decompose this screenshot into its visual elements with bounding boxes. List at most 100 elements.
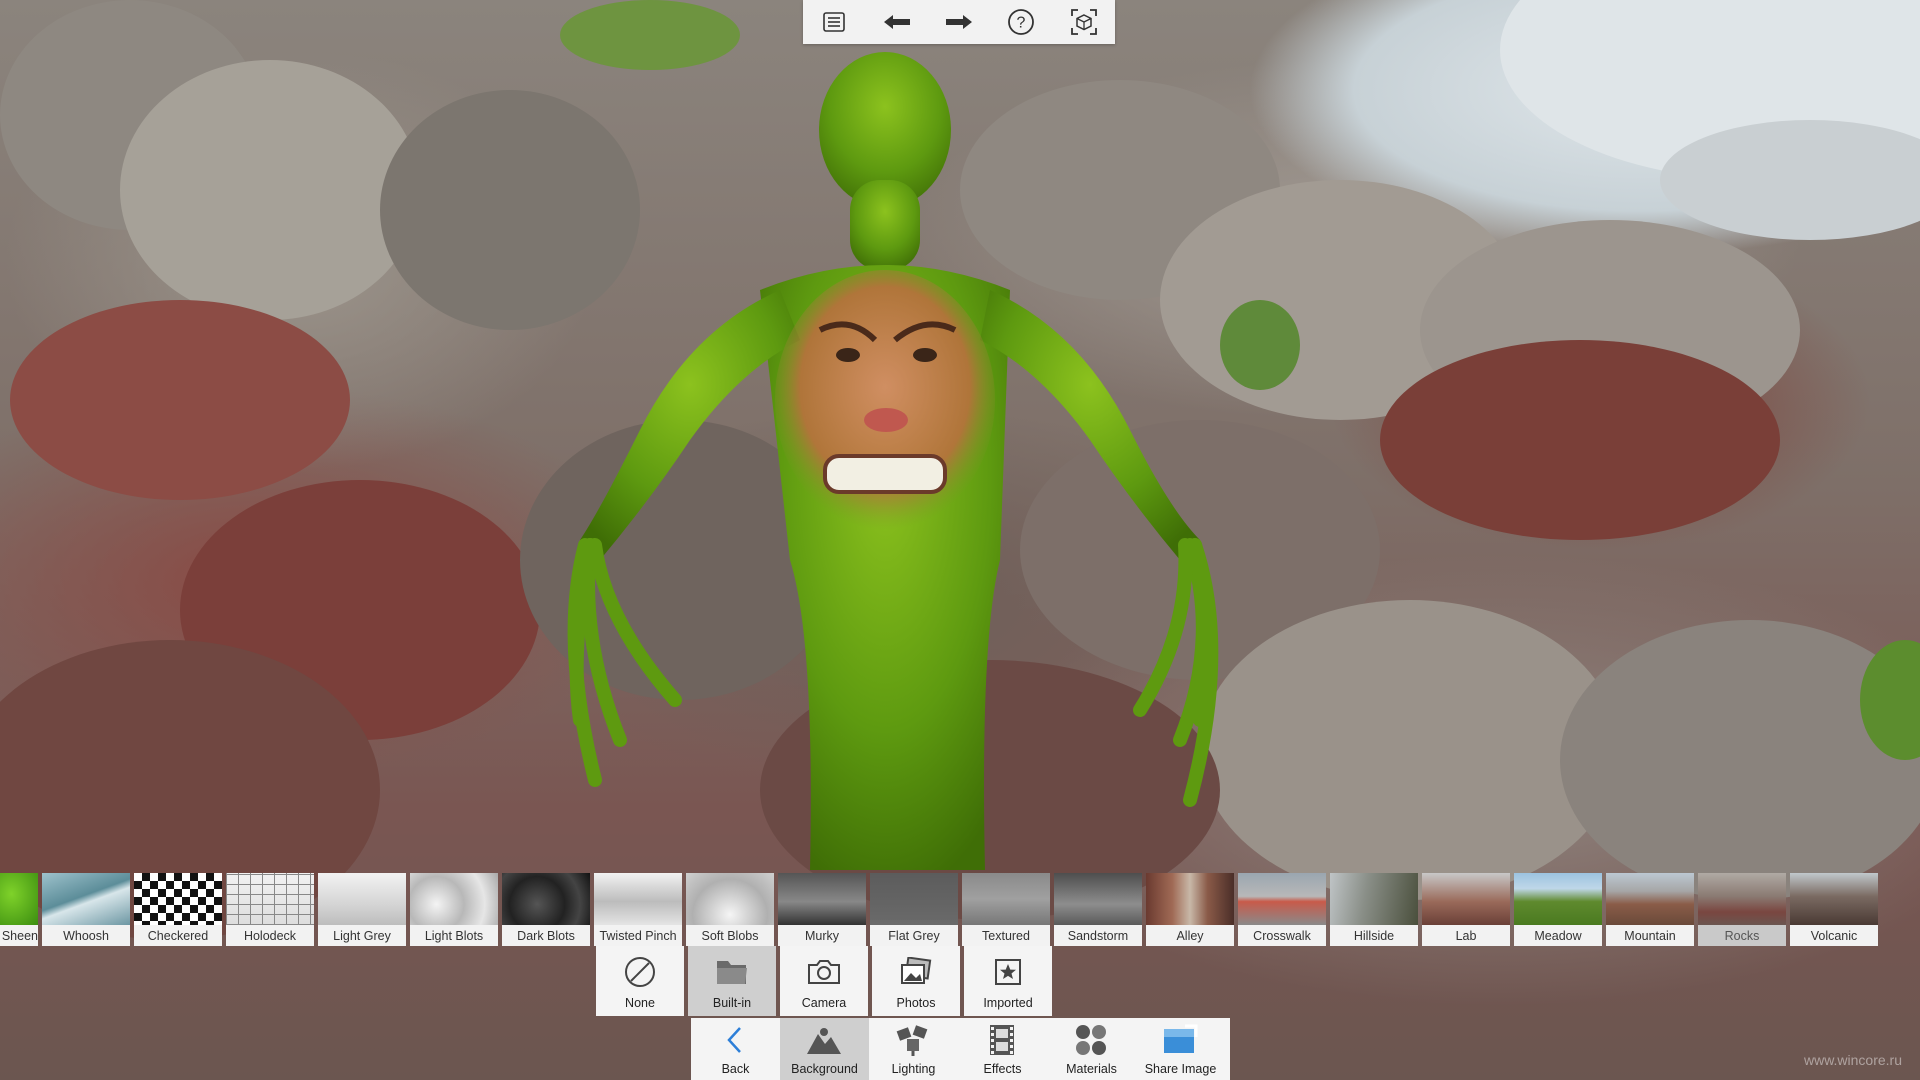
source-label: Imported — [983, 996, 1033, 1010]
help-button[interactable]: ? — [1001, 2, 1041, 42]
thumb-image — [1422, 873, 1510, 925]
torso-face-eye — [913, 348, 937, 362]
thumb-label: Volcanic — [1810, 929, 1858, 943]
menu-list-button[interactable] — [814, 2, 854, 42]
thumb-image — [1238, 873, 1326, 925]
background-thumb-volcanic[interactable]: Volcanic — [1790, 873, 1878, 946]
back-button[interactable]: Back — [691, 1018, 780, 1080]
fit-view-button[interactable] — [1064, 2, 1104, 42]
background-thumb-checkered[interactable]: Checkered — [134, 873, 222, 946]
share-image-icon — [1164, 1024, 1198, 1053]
background-thumb-softblobs[interactable]: Soft Blobs — [686, 873, 774, 946]
imported-star-icon — [995, 959, 1021, 985]
background-thumb-textured[interactable]: Textured — [962, 873, 1050, 946]
thumb-label: Lab — [1455, 929, 1477, 943]
background-thumb-rocks[interactable]: Rocks — [1698, 873, 1786, 946]
command-label: Lighting — [891, 1062, 936, 1076]
command-label: Materials — [1066, 1062, 1117, 1076]
thumb-label: Light Grey — [333, 929, 391, 943]
background-thumbnail-strip[interactable]: Sheen Whoosh Checkered Holodeck Light Grey Li… — [0, 873, 1920, 946]
thumb-label: Twisted Pinch — [599, 929, 677, 943]
figure-right-fingers — [1133, 538, 1219, 807]
background-thumb-alley[interactable]: Alley — [1146, 873, 1234, 946]
thumb-label: Meadow — [1534, 929, 1582, 943]
thumb-label: Light Blots — [424, 929, 484, 943]
background-thumb-twisted[interactable]: Twisted Pinch — [594, 873, 682, 946]
share-image-button[interactable]: Share Image — [1136, 1018, 1225, 1080]
thumb-image — [1514, 873, 1602, 925]
background-thumb-sandstorm[interactable]: Sandstorm — [1054, 873, 1142, 946]
thumb-label: Alley — [1176, 929, 1204, 943]
materials-tab-button[interactable]: Materials — [1047, 1018, 1136, 1080]
thumb-label: Dark Blots — [517, 929, 575, 943]
thumb-image — [1698, 873, 1786, 925]
command-label: Share Image — [1144, 1062, 1217, 1076]
source-camera-button[interactable]: Camera — [780, 946, 868, 1016]
effects-tab-button[interactable]: Effects — [958, 1018, 1047, 1080]
thumb-image — [1606, 873, 1694, 925]
thumb-label: Textured — [982, 929, 1030, 943]
background-thumb-crosswalk[interactable]: Crosswalk — [1238, 873, 1326, 946]
thumb-image — [594, 873, 682, 925]
thumb-label: Flat Grey — [888, 929, 940, 943]
thumb-image — [42, 873, 130, 925]
lighting-icon — [896, 1025, 928, 1056]
fit-view-icon — [1070, 9, 1097, 35]
photos-icon — [901, 957, 932, 984]
source-imported-button[interactable]: Imported — [964, 946, 1052, 1016]
menu-list-icon — [823, 12, 845, 32]
back-chevron-icon — [727, 1027, 741, 1053]
background-thumb-hillside[interactable]: Hillside — [1330, 873, 1418, 946]
source-builtin-button[interactable]: Built-in — [688, 946, 776, 1016]
background-thumb-holodeck[interactable]: Holodeck — [226, 873, 314, 946]
background-source-row: None Built-in Camera Photos Imported — [596, 946, 1056, 1016]
thumb-label: Rocks — [1724, 929, 1760, 943]
background-thumb-green[interactable]: Sheen — [0, 873, 38, 946]
redo-button[interactable] — [939, 2, 979, 42]
background-thumb-lightgrey[interactable]: Light Grey — [318, 873, 406, 946]
camera-icon — [808, 960, 840, 984]
thumb-label: Sandstorm — [1067, 929, 1129, 943]
figure-neck — [850, 180, 920, 270]
thumb-label: Sheen — [1, 929, 38, 943]
figure-right-arm — [980, 290, 1200, 560]
source-label: None — [625, 996, 655, 1010]
torso-face-teeth — [823, 454, 947, 494]
thumb-image — [134, 873, 222, 925]
thumb-label: Whoosh — [63, 929, 109, 943]
background-thumb-whoosh[interactable]: Whoosh — [42, 873, 130, 946]
figure-left-fingers — [567, 538, 682, 787]
thumb-label: Soft Blobs — [701, 929, 759, 943]
thumb-label: Holodeck — [243, 929, 297, 943]
effects-film-icon — [990, 1025, 1014, 1055]
svg-text:?: ? — [1017, 15, 1026, 32]
folder-icon — [717, 961, 747, 984]
help-icon: ? — [1008, 9, 1035, 35]
thumb-image — [1146, 873, 1234, 925]
thumb-label: Hillside — [1353, 929, 1395, 943]
background-thumb-meadow[interactable]: Meadow — [1514, 873, 1602, 946]
source-none-button[interactable]: None — [596, 946, 684, 1016]
source-photos-button[interactable]: Photos — [872, 946, 960, 1016]
background-landscape-icon — [807, 1028, 841, 1054]
background-thumb-lightblots[interactable]: Light Blots — [410, 873, 498, 946]
background-thumb-lab[interactable]: Lab — [1422, 873, 1510, 946]
command-label: Effects — [983, 1062, 1022, 1076]
thumb-image — [962, 873, 1050, 925]
command-label: Back — [721, 1062, 750, 1076]
figure-left-arm — [580, 290, 800, 560]
background-thumb-mountain[interactable]: Mountain — [1606, 873, 1694, 946]
undo-arrow-icon — [883, 15, 910, 29]
torso-face-nose — [864, 408, 908, 432]
background-tab-button[interactable]: Background — [780, 1018, 869, 1080]
thumb-label: Murky — [804, 929, 840, 943]
undo-button[interactable] — [877, 2, 917, 42]
background-thumb-darkblots[interactable]: Dark Blots — [502, 873, 590, 946]
torso-face-eye — [836, 348, 860, 362]
thumb-image — [226, 873, 314, 925]
background-thumb-murky[interactable]: Murky — [778, 873, 866, 946]
watermark: www.wincore.ru — [1803, 1052, 1902, 1068]
thumb-image — [318, 873, 406, 925]
background-thumb-flatgrey[interactable]: Flat Grey — [870, 873, 958, 946]
lighting-tab-button[interactable]: Lighting — [869, 1018, 958, 1080]
